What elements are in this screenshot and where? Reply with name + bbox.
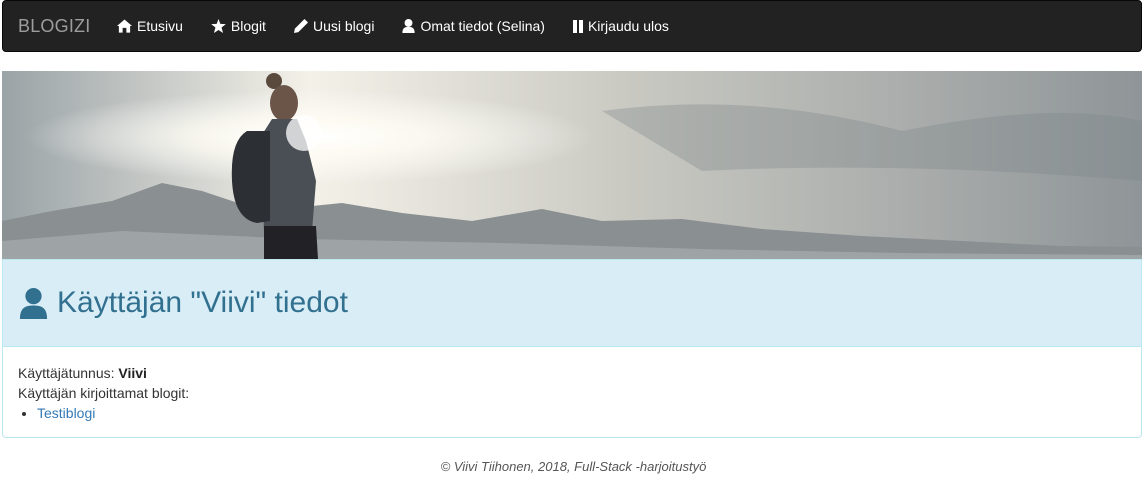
nav-item-label: Blogit xyxy=(230,18,266,34)
nav-item-label: Etusivu xyxy=(137,18,183,34)
list-item: Testiblogi xyxy=(37,403,1126,423)
nav-item-etusivu[interactable]: Etusivu xyxy=(117,18,183,34)
username-row: Käyttäjätunnus: Viivi xyxy=(18,363,1126,383)
panel-body: Käyttäjätunnus: Viivi Käyttäjän kirjoitt… xyxy=(3,347,1141,423)
top-navbar: BLOGIZI Etusivu Blogit Uusi blogi Omat t… xyxy=(2,0,1142,52)
hero-banner xyxy=(2,71,1142,259)
page-title: Käyttäjän "Viivi" tiedot xyxy=(57,286,348,319)
panel-heading: Käyttäjän "Viivi" tiedot xyxy=(3,260,1141,347)
pencil-icon xyxy=(293,19,308,33)
book-icon xyxy=(572,19,583,33)
username-label: Käyttäjätunnus: xyxy=(18,365,115,381)
user-icon xyxy=(19,287,48,319)
user-info-panel: Käyttäjän "Viivi" tiedot Käyttäjätunnus:… xyxy=(2,259,1142,438)
nav-item-kirjaudu-ulos[interactable]: Kirjaudu ulos xyxy=(572,18,669,34)
username-value: Viivi xyxy=(118,365,147,381)
blogs-label: Käyttäjän kirjoittamat blogit: xyxy=(18,385,190,401)
footer-text: © Viivi Tiihonen, 2018, Full-Stack -harj… xyxy=(440,459,707,474)
nav-item-label: Kirjaudu ulos xyxy=(587,18,669,34)
star-icon xyxy=(211,19,226,33)
blog-list: Testiblogi xyxy=(18,403,1126,423)
nav-item-omat-tiedot[interactable]: Omat tiedot (Selina) xyxy=(402,18,545,34)
nav-item-uusi-blogi[interactable]: Uusi blogi xyxy=(293,18,375,34)
home-icon xyxy=(117,19,132,33)
nav-item-blogit[interactable]: Blogit xyxy=(211,18,266,34)
brand-logo[interactable]: BLOGIZI xyxy=(3,16,103,37)
hiker-mountain-banner-image xyxy=(2,71,1142,259)
nav-item-label: Uusi blogi xyxy=(312,18,375,34)
user-icon xyxy=(402,19,416,33)
nav-item-label: Omat tiedot (Selina) xyxy=(420,18,545,34)
blog-link[interactable]: Testiblogi xyxy=(37,405,95,421)
